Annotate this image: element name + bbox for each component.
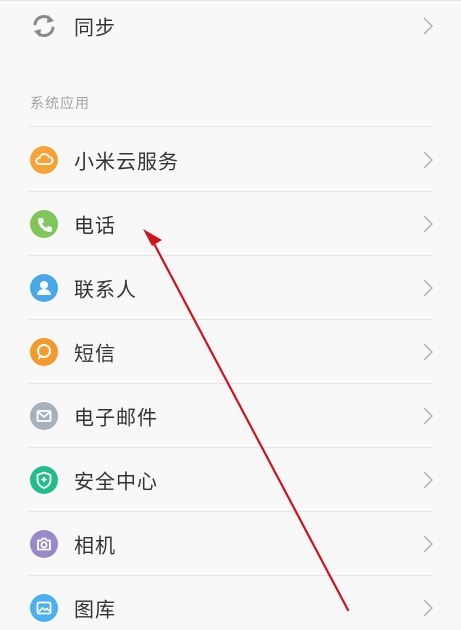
phone-icon xyxy=(30,210,58,238)
settings-item-sync[interactable]: 同步 xyxy=(0,0,461,58)
shield-icon xyxy=(30,466,58,494)
chevron-right-icon xyxy=(423,151,433,169)
chevron-right-icon xyxy=(423,343,433,361)
chevron-right-icon xyxy=(423,279,433,297)
settings-screen: 同步 系统应用 小米云服务 电话 联系人 短信 电子邮件 安全中心 相机 图库 xyxy=(0,0,461,630)
settings-item-label: 安全中心 xyxy=(74,469,158,494)
settings-item-security-center[interactable]: 安全中心 xyxy=(0,448,461,512)
chevron-right-icon xyxy=(423,535,433,553)
settings-item-contacts[interactable]: 联系人 xyxy=(0,256,461,320)
section-title: 系统应用 xyxy=(30,96,90,112)
contact-icon xyxy=(30,274,58,302)
cloud-icon xyxy=(30,146,58,174)
gallery-icon xyxy=(30,594,58,622)
settings-item-label: 联系人 xyxy=(74,277,137,302)
camera-icon xyxy=(30,530,58,558)
settings-item-mi-cloud[interactable]: 小米云服务 xyxy=(0,128,461,192)
settings-item-label: 电话 xyxy=(74,213,116,238)
settings-item-label: 小米云服务 xyxy=(74,149,179,174)
settings-item-gallery[interactable]: 图库 xyxy=(0,576,461,630)
chevron-right-icon xyxy=(423,471,433,489)
settings-item-label: 图库 xyxy=(74,597,116,622)
settings-item-label: 同步 xyxy=(74,15,116,40)
settings-item-messages[interactable]: 短信 xyxy=(0,320,461,384)
section-header-system-apps: 系统应用 xyxy=(0,60,461,127)
message-icon xyxy=(30,338,58,366)
chevron-right-icon xyxy=(423,599,433,617)
section-divider xyxy=(28,126,433,127)
settings-item-phone[interactable]: 电话 xyxy=(0,192,461,256)
settings-item-label: 相机 xyxy=(74,533,116,558)
mail-icon xyxy=(30,402,58,430)
settings-item-email[interactable]: 电子邮件 xyxy=(0,384,461,448)
chevron-right-icon xyxy=(423,215,433,233)
sync-icon xyxy=(30,12,58,40)
settings-item-label: 电子邮件 xyxy=(74,405,158,430)
settings-item-camera[interactable]: 相机 xyxy=(0,512,461,576)
settings-item-label: 短信 xyxy=(74,341,116,366)
chevron-right-icon xyxy=(423,17,433,35)
chevron-right-icon xyxy=(423,407,433,425)
